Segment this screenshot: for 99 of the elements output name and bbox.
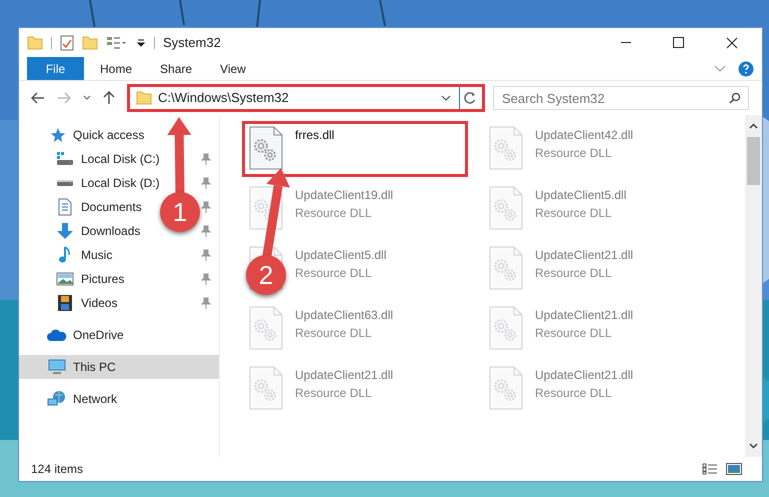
up-arrow-icon: [103, 91, 115, 105]
file-type: Resource DLL: [535, 325, 613, 342]
sidebar-label: Videos: [81, 295, 118, 312]
sidebar-label: This PC: [73, 359, 116, 376]
sidebar-label: Pictures: [81, 271, 124, 288]
sidebar-label: OneDrive: [73, 327, 124, 344]
view-list-icon: [106, 36, 128, 50]
chevron-down-icon: [749, 443, 758, 449]
pin-icon: [201, 225, 211, 237]
scrollbar[interactable]: [745, 115, 762, 457]
gear-file-icon: [489, 126, 523, 170]
search-field[interactable]: Search System32: [493, 86, 749, 110]
chevron-down-icon: [714, 64, 726, 72]
window-title: System32: [163, 34, 221, 52]
file-name: UpdateClient63.dll: [295, 307, 394, 324]
sidebar-item[interactable]: Local Disk (D:): [19, 171, 164, 195]
film-icon: [57, 294, 73, 312]
sidebar-label: Music: [81, 247, 112, 264]
network-icon: [47, 390, 67, 408]
chevron-down-icon: [83, 95, 91, 101]
gear-file-icon: [249, 186, 283, 230]
sidebar-label: Local Disk (D:): [81, 175, 160, 192]
help-icon: [738, 60, 754, 76]
folder-icon: [27, 36, 43, 50]
pin-icon: [201, 153, 211, 165]
scrollbar-thumb[interactable]: [747, 137, 760, 185]
new-folder-icon: [82, 36, 98, 50]
pin-icon: [201, 201, 211, 213]
sidebar-item[interactable]: Quick access: [19, 123, 148, 147]
file-type: Resource DLL: [295, 325, 373, 342]
gear-file-icon: [489, 246, 523, 290]
gear-file-icon: [249, 306, 283, 350]
file-type: Resource DLL: [535, 385, 613, 402]
file-type: Resource DLL: [295, 205, 373, 222]
thumbnail-view-icon: [726, 463, 742, 475]
file-name: UpdateClient21.dll: [295, 367, 394, 384]
file-name: frres.dll: [295, 127, 334, 144]
pin-icon: [201, 273, 211, 285]
sidebar-item[interactable]: Music: [19, 243, 116, 267]
gear-file-icon: [249, 126, 283, 170]
file-name: UpdateClient19.dll: [295, 187, 394, 204]
file-type: Resource DLL: [535, 205, 613, 222]
address-path: C:\Windows\System32: [158, 89, 290, 108]
search-icon: [729, 92, 741, 104]
item-count: 124 items: [31, 461, 84, 478]
ribbon-tab[interactable]: Home: [88, 57, 144, 80]
file-type: Resource DLL: [535, 145, 613, 162]
chevron-down-icon: [441, 95, 451, 101]
back-arrow-icon: [31, 92, 45, 104]
file-type: Resource DLL: [295, 265, 373, 282]
sidebar-item[interactable]: Videos: [19, 291, 122, 315]
file-name: UpdateClient21.dll: [535, 307, 634, 324]
document-icon: [57, 198, 73, 216]
file-type: Resource DLL: [535, 265, 613, 282]
star-icon: [49, 127, 65, 143]
sidebar-item[interactable]: OneDrive: [19, 323, 128, 347]
ribbon-tab[interactable]: View: [208, 57, 258, 80]
music-note-icon: [57, 246, 73, 264]
dropdown-icon: [136, 38, 146, 48]
file-name: UpdateClient21.dll: [535, 247, 634, 264]
sidebar-item[interactable]: Local Disk (C:): [19, 147, 164, 171]
ribbon-tab[interactable]: Share: [148, 57, 204, 80]
pictures-icon: [56, 271, 74, 287]
file-name: UpdateClient5.dll: [295, 247, 386, 264]
folder-icon: [136, 91, 152, 105]
sidebar-label: Documents: [81, 199, 142, 216]
file-name: UpdateClient42.dll: [535, 127, 634, 144]
chevron-up-icon: [749, 123, 758, 129]
cloud-icon: [47, 328, 67, 342]
sidebar-item[interactable]: Downloads: [19, 219, 144, 243]
pin-icon: [201, 177, 211, 189]
file-tab[interactable]: File: [27, 57, 84, 80]
sidebar-label: Downloads: [81, 223, 140, 240]
details-view-icon: [702, 463, 718, 475]
file-type: Resource DLL: [295, 385, 373, 402]
properties-icon: [60, 34, 74, 50]
close-icon: [726, 36, 738, 48]
forward-arrow-icon: [57, 92, 71, 104]
pin-icon: [201, 297, 211, 309]
gear-file-icon: [489, 306, 523, 350]
gear-file-icon: [489, 186, 523, 230]
sidebar-label: Quick access: [73, 127, 144, 144]
download-icon: [56, 222, 74, 240]
file-name: UpdateClient5.dll: [535, 187, 626, 204]
address-bar[interactable]: C:\Windows\System32: [127, 84, 485, 112]
sidebar-item[interactable]: Network: [19, 387, 122, 411]
sidebar-item[interactable]: Documents: [19, 195, 146, 219]
file-name: UpdateClient21.dll: [535, 367, 634, 384]
sidebar-item[interactable]: Pictures: [19, 267, 128, 291]
drive-icon: [56, 151, 74, 167]
monitor-icon: [48, 359, 66, 375]
gear-file-icon: [249, 366, 283, 410]
drive-icon: [56, 179, 74, 187]
gear-file-icon: [489, 366, 523, 410]
sidebar-label: Local Disk (C:): [81, 151, 160, 168]
sidebar-label: Network: [73, 391, 118, 408]
sidebar-item[interactable]: This PC: [19, 355, 219, 379]
pin-icon: [201, 249, 211, 261]
highlighted-file-item[interactable]: frres.dll: [242, 121, 468, 177]
